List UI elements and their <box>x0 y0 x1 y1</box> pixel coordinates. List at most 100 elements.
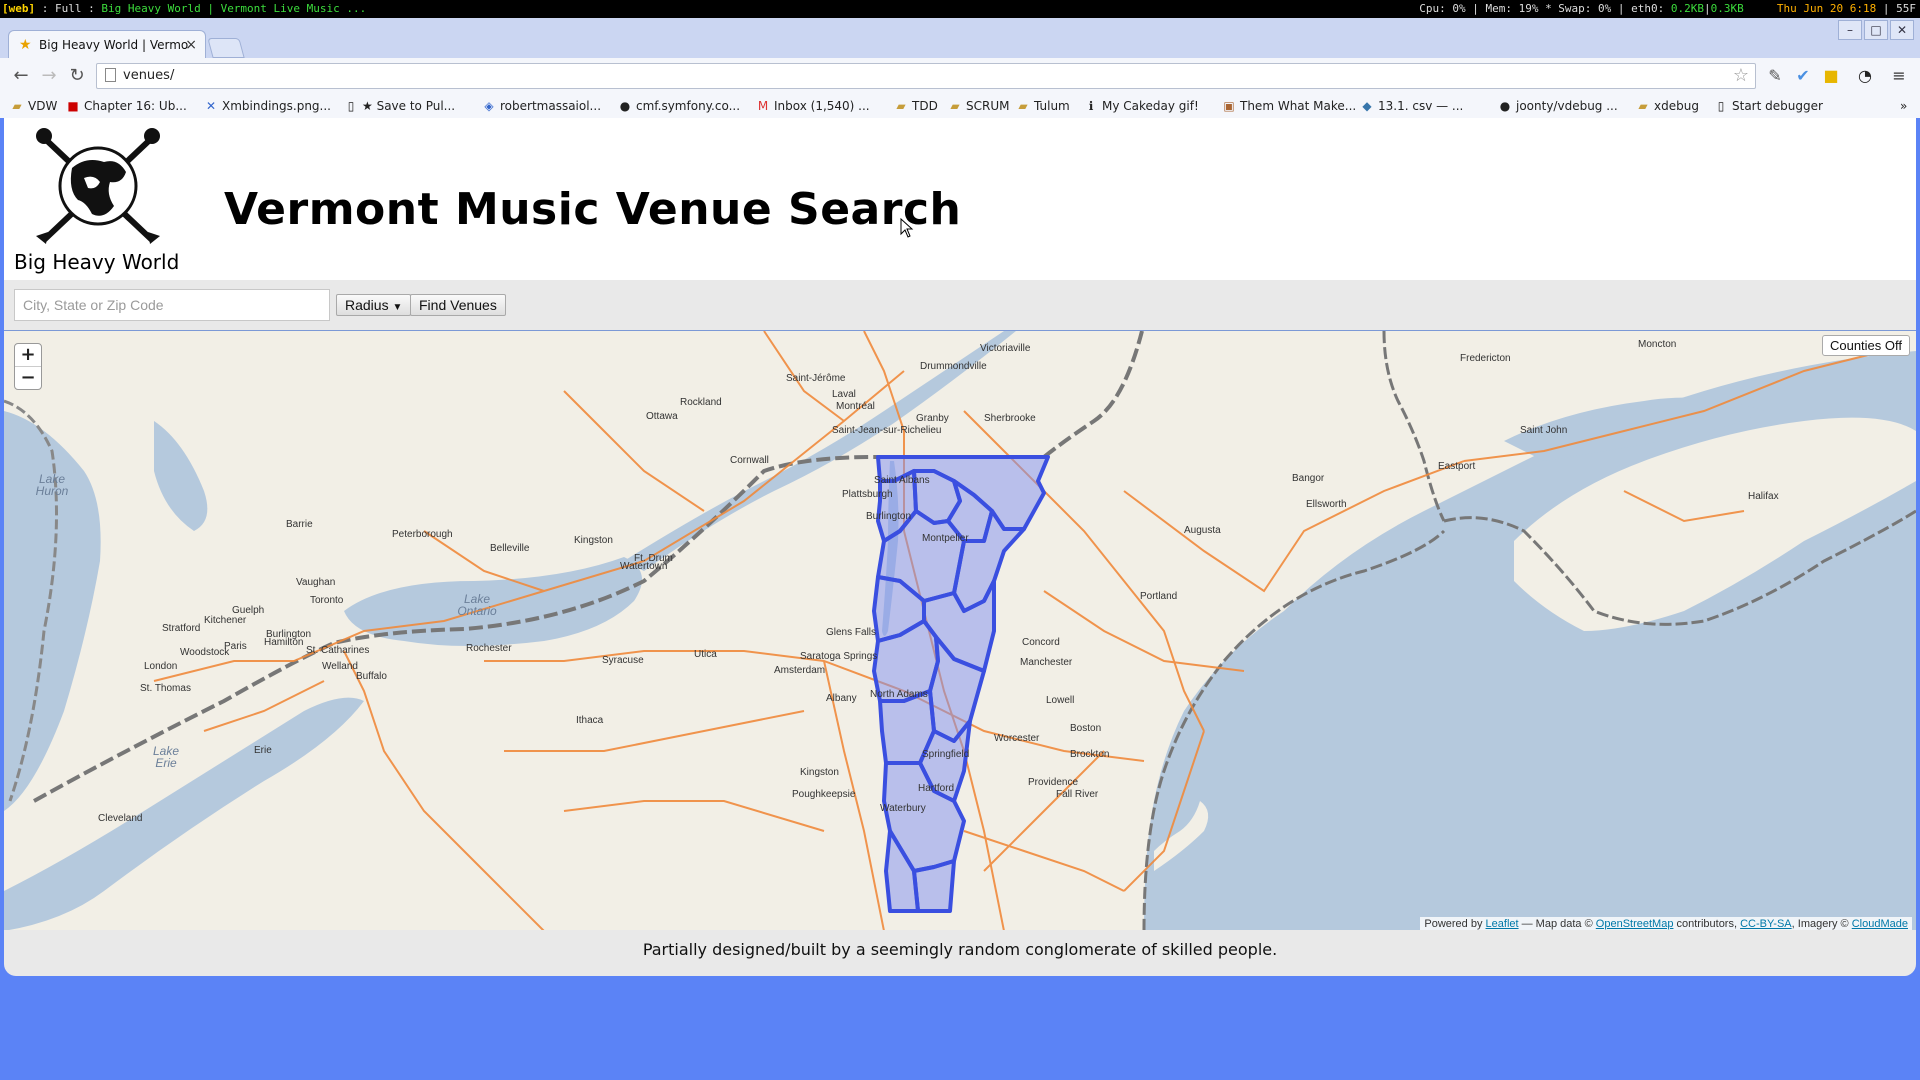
city-label: London <box>144 661 178 672</box>
city-label: Manchester <box>1020 657 1073 668</box>
city-label: Kitchener <box>204 615 247 626</box>
city-label: Montréal <box>836 401 875 412</box>
browser-toolbar: ← → ↻ venues/ ☆ ✎ ✔ ■ ◔ ≡ <box>0 58 1920 95</box>
city-label: Eastport <box>1438 461 1476 472</box>
city-label: Laval <box>832 389 856 400</box>
bookmarks-overflow-icon[interactable]: » <box>1900 94 1907 118</box>
extension-note-icon[interactable]: ■ <box>1822 67 1840 85</box>
tab-active[interactable]: ★ Big Heavy World | Vermo × <box>8 30 206 58</box>
city-label: Sherbrooke <box>984 413 1036 424</box>
tab-strip: ★ Big Heavy World | Vermo × – □ ✕ <box>0 18 1920 58</box>
address-bar[interactable]: venues/ ☆ <box>96 63 1756 89</box>
bookmark-item[interactable]: ▰ VDW <box>10 94 57 118</box>
city-label: Buffalo <box>356 671 387 682</box>
wm-net-down: 0.2KB <box>1670 2 1705 15</box>
osm-link[interactable]: OpenStreetMap <box>1596 918 1674 930</box>
city-label: Cornwall <box>730 455 769 466</box>
bookmark-item[interactable]: ▣ Them What Make... <box>1222 94 1356 118</box>
city-label: Rochester <box>466 643 512 654</box>
find-venues-button[interactable]: Find Venues <box>410 294 506 316</box>
lj-icon: ■ <box>67 99 79 113</box>
reload-icon[interactable]: ↻ <box>66 65 88 87</box>
bookmark-star-icon[interactable]: ☆ <box>1733 64 1749 88</box>
zoom-control: + − <box>14 343 42 390</box>
city-label: Saratoga Springs <box>800 651 878 662</box>
bookmark-item[interactable]: ● cmf.symfony.co... <box>618 94 740 118</box>
forward-arrow-icon[interactable]: → <box>38 65 60 87</box>
city-label: Bangor <box>1292 473 1325 484</box>
water-label: Lake Ontario <box>457 592 497 618</box>
city-label: Ellsworth <box>1306 499 1347 510</box>
extension-clock-icon[interactable]: ◔ <box>1856 67 1874 85</box>
radius-select[interactable]: Radius ▼ <box>336 294 412 316</box>
wm-extra: | 55F <box>1882 2 1916 15</box>
close-window-button[interactable]: ✕ <box>1890 20 1914 40</box>
city-label: St. Catharines <box>306 645 370 656</box>
leaflet-link[interactable]: Leaflet <box>1486 918 1519 930</box>
bookmark-item[interactable]: M Inbox (1,540) ... <box>756 94 870 118</box>
city-label: Plattsburgh <box>842 489 893 500</box>
wm-window-title: Big Heavy World | Vermont Live Music ... <box>101 2 367 15</box>
city-label: Concord <box>1022 637 1060 648</box>
zoom-out-button[interactable]: − <box>15 366 41 389</box>
bookmark-item[interactable]: ✕ Xmbindings.png... <box>204 94 331 118</box>
city-label: Kingston <box>574 535 613 546</box>
big-heavy-world-logo[interactable] <box>34 128 162 246</box>
city-label: Granby <box>916 413 949 424</box>
eyedropper-icon[interactable]: ✎ <box>1766 67 1784 85</box>
map-attribution: Powered by Leaflet — Map data © OpenStre… <box>1420 917 1912 931</box>
url-text[interactable]: venues/ <box>123 64 174 88</box>
back-arrow-icon[interactable]: ← <box>10 65 32 87</box>
bookmark-item[interactable]: ▰ Tulum <box>1016 94 1069 118</box>
city-label: Ithaca <box>576 715 604 726</box>
city-label: Ottawa <box>646 411 678 422</box>
city-label: Saint-Jérôme <box>786 373 846 384</box>
page-content: Big Heavy World Vermont Music Venue Sear… <box>0 118 1920 1080</box>
bookmark-item[interactable]: ● joonty/vdebug ... <box>1498 94 1618 118</box>
maximize-button[interactable]: □ <box>1864 20 1888 40</box>
counties-toggle-button[interactable]: Counties Off <box>1821 335 1910 356</box>
bookmark-item[interactable]: ℹ My Cakeday gif! <box>1084 94 1199 118</box>
minimize-button[interactable]: – <box>1838 20 1862 40</box>
cloudmade-link[interactable]: CloudMade <box>1852 918 1908 930</box>
city-label: Augusta <box>1184 525 1221 536</box>
bookmark-item[interactable]: ▯ Start debugger <box>1714 94 1823 118</box>
city-label: North Adams <box>870 689 928 700</box>
new-tab-button[interactable] <box>207 38 245 58</box>
city-label: Syracuse <box>602 655 644 666</box>
extension-check-icon[interactable]: ✔ <box>1794 67 1812 85</box>
bookmark-item[interactable]: ▰ SCRUM <box>948 94 1009 118</box>
dropdown-arrow-icon: ▼ <box>392 302 403 313</box>
bookmarks-bar: ▰ VDW ■ Chapter 16: Ub... ✕ Xmbindings.png.… <box>0 94 1920 119</box>
zoom-in-button[interactable]: + <box>15 344 41 366</box>
wm-net-up: 0.3KB <box>1710 2 1744 15</box>
city-label: Utica <box>694 649 717 660</box>
city-label: Moncton <box>1638 339 1677 350</box>
location-search-input[interactable] <box>14 289 330 321</box>
city-label: Saint-Jean-sur-Richelieu <box>832 425 942 436</box>
city-label: Saint John <box>1520 425 1568 436</box>
bookmark-item[interactable]: ▯ ★ Save to Pul... <box>344 94 455 118</box>
bookmark-item[interactable]: ◈ robertmassaiol... <box>482 94 601 118</box>
star-favicon-icon: ★ <box>19 37 32 53</box>
tab-close-icon[interactable]: × <box>185 31 197 58</box>
city-label: Glens Falls <box>826 627 877 638</box>
menu-icon[interactable]: ≡ <box>1890 67 1908 85</box>
bookmark-item[interactable]: ▰ xdebug <box>1636 94 1699 118</box>
license-link[interactable]: CC-BY-SA <box>1740 918 1792 930</box>
city-label: Vaughan <box>296 577 336 588</box>
page-icon: ▯ <box>347 99 355 113</box>
city-label: Belleville <box>490 543 530 554</box>
city-label: Saint Albans <box>874 475 930 486</box>
page-icon <box>105 68 116 82</box>
wm-tag[interactable]: [web] <box>2 2 35 15</box>
venue-map[interactable]: Victoriaville Drummondville Saint-Jérôme… <box>4 330 1916 932</box>
bookmark-item[interactable]: ▰ TDD <box>894 94 937 118</box>
water-label: Lake Huron <box>35 472 69 498</box>
city-label: Portland <box>1140 591 1178 602</box>
city-label: Woodstock <box>180 647 230 658</box>
bookmark-item[interactable]: ◆ 13.1. csv — ... <box>1360 94 1463 118</box>
city-label: St. Thomas <box>140 683 191 694</box>
bookmark-item[interactable]: ■ Chapter 16: Ub... <box>66 94 186 118</box>
browser-window: ★ Big Heavy World | Vermo × – □ ✕ ← → ↻ … <box>0 18 1920 1080</box>
